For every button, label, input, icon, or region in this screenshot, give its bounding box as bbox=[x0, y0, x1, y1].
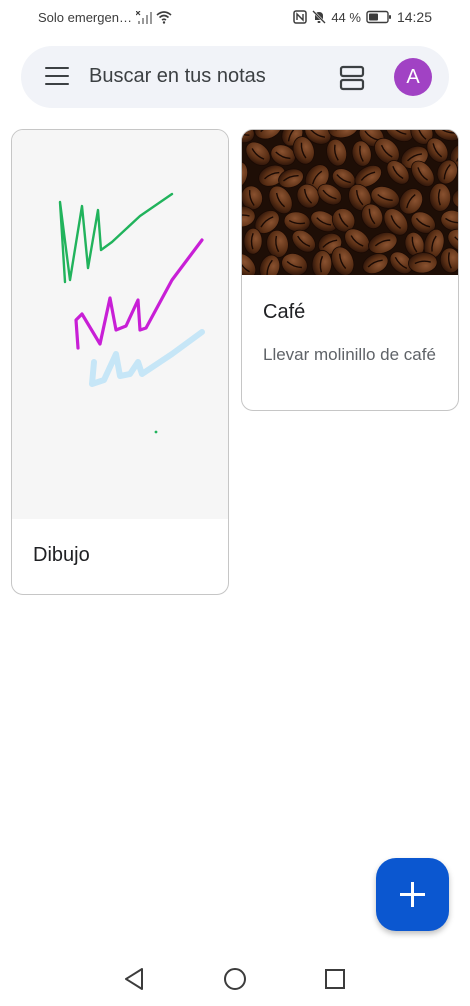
status-right: 44 % 14:25 bbox=[293, 9, 432, 25]
mute-bell-icon bbox=[312, 10, 327, 24]
battery-icon bbox=[366, 10, 391, 24]
menu-icon[interactable] bbox=[45, 67, 71, 87]
green-dot bbox=[154, 430, 158, 434]
clock-text: 14:25 bbox=[396, 9, 432, 25]
note-body: Llevar molinillo de café bbox=[263, 345, 436, 364]
carrier-text: Solo emergen… bbox=[38, 10, 132, 25]
new-note-button[interactable] bbox=[376, 858, 449, 931]
status-bar: Solo emergen… 44 % 14:25 bbox=[0, 0, 470, 36]
back-icon[interactable] bbox=[122, 966, 148, 992]
drawing-preview bbox=[12, 130, 228, 519]
system-nav-bar bbox=[0, 950, 470, 1006]
list-view-icon[interactable] bbox=[339, 65, 365, 91]
battery-text: 44 % bbox=[331, 9, 361, 25]
avatar[interactable]: A bbox=[394, 58, 432, 96]
plus-icon bbox=[400, 882, 425, 907]
nfc-icon bbox=[293, 10, 308, 24]
search-input[interactable]: Buscar en tus notas bbox=[89, 65, 266, 88]
note-title: Café bbox=[263, 301, 306, 323]
status-left: Solo emergen… bbox=[38, 10, 172, 25]
note-card-drawing[interactable]: Dibujo bbox=[11, 129, 229, 595]
drawing-canvas bbox=[58, 192, 205, 434]
magenta-stroke bbox=[74, 238, 204, 350]
note-title: Dibujo bbox=[33, 544, 90, 566]
no-sim-signal-icon bbox=[135, 10, 152, 24]
wifi-icon bbox=[156, 11, 172, 24]
green-stroke bbox=[58, 192, 174, 284]
note-card-cafe[interactable]: Café Llevar molinillo de café bbox=[241, 129, 459, 411]
light-blue-stroke bbox=[89, 329, 205, 387]
coffee-beans-image bbox=[242, 130, 458, 275]
recents-icon[interactable] bbox=[322, 966, 348, 992]
home-icon[interactable] bbox=[222, 966, 248, 992]
search-bar[interactable]: Buscar en tus notas A bbox=[21, 46, 449, 108]
